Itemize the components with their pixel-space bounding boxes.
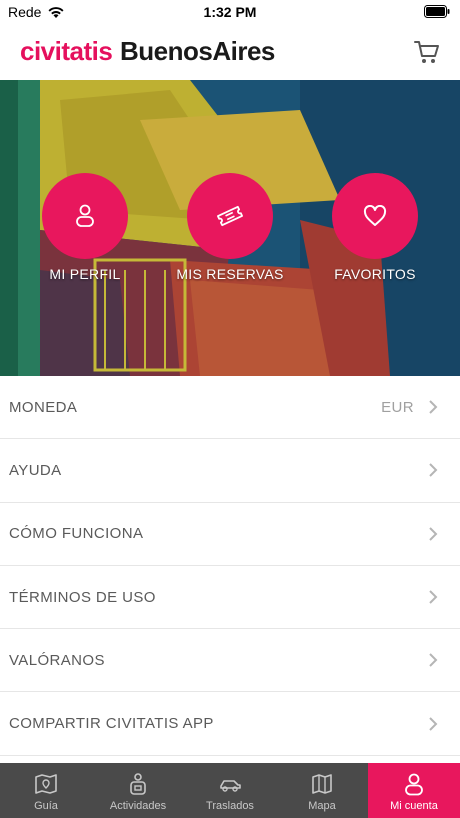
app-header: civitatis BuenosAires [0,26,460,80]
menu-item-label: VALÓRANOS [9,651,105,669]
tab-label: Actividades [109,800,167,812]
menu-item-label: CÓMO FUNCIONA [9,525,144,543]
heart-icon [363,205,387,226]
tab-label: Guía [34,800,58,812]
menu-item-how-it-works[interactable]: CÓMO FUNCIONA [0,503,460,566]
chevron-right-icon [429,653,438,668]
transfer-icon [220,780,241,792]
chevron-right-icon [429,400,438,414]
brand-logo[interactable]: civitatis [20,36,113,67]
activities-icon [130,773,146,795]
tab-transfers[interactable]: Traslados [184,763,276,818]
menu-item-help[interactable]: AYUDA [0,439,460,503]
my-profile-label: MI PERFIL [49,266,121,282]
account-icon [405,773,423,796]
menu-item-label: MONEDA [9,398,78,416]
chevron-right-icon [429,527,438,541]
menu-item-terms[interactable]: TÉRMINOS DE USO [0,566,460,630]
battery-icon [424,5,450,21]
status-time: 1:32 PM [203,4,257,20]
my-bookings-button[interactable]: MIS RESERVAS [165,173,295,282]
map-icon [312,774,332,794]
menu-item-share-app[interactable]: COMPARTIR CIVITATIS APP [0,692,460,756]
account-menu: MONEDA EUR AYUDA CÓMO FUNCIONA TÉRMINOS … [0,376,460,756]
menu-item-label: COMPARTIR CIVITATIS APP [9,715,214,733]
tab-label: Mapa [308,800,336,812]
tab-my-account[interactable]: Mi cuenta [368,763,460,818]
my-profile-button[interactable]: MI PERFIL [20,173,150,282]
tab-map[interactable]: Mapa [276,763,368,818]
status-bar: Rede 1:32 PM [0,0,460,26]
my-bookings-label: MIS RESERVAS [176,266,284,282]
user-icon [76,204,94,227]
menu-item-label: AYUDA [9,461,62,479]
profile-circle[interactable] [42,173,128,259]
city-title: BuenosAires [120,36,275,66]
tab-activities[interactable]: Actividades [92,763,184,818]
favorites-circle[interactable] [332,173,418,259]
cart-icon[interactable] [414,39,440,65]
chevron-right-icon [429,590,438,604]
tab-guide[interactable]: Guía [0,763,92,818]
bottom-tab-bar: Guía Actividades Traslados Mapa Mi cuent… [0,763,460,818]
ticket-icon [217,205,243,227]
bookings-circle[interactable] [187,173,273,259]
currency-value: EUR [381,398,414,416]
hero-banner: MI PERFIL MIS RESERVAS FAVORITOS [0,80,460,376]
map-guide-icon [35,774,57,794]
menu-item-label: TÉRMINOS DE USO [9,588,156,606]
tab-label: Mi cuenta [390,800,438,812]
chevron-right-icon [429,716,438,731]
favorites-button[interactable]: FAVORITOS [310,173,440,282]
menu-item-currency[interactable]: MONEDA EUR [0,376,460,440]
chevron-right-icon [429,463,438,478]
favorites-label: FAVORITOS [334,266,416,282]
menu-item-rate[interactable]: VALÓRANOS [0,629,460,693]
tab-label: Traslados [206,800,254,812]
